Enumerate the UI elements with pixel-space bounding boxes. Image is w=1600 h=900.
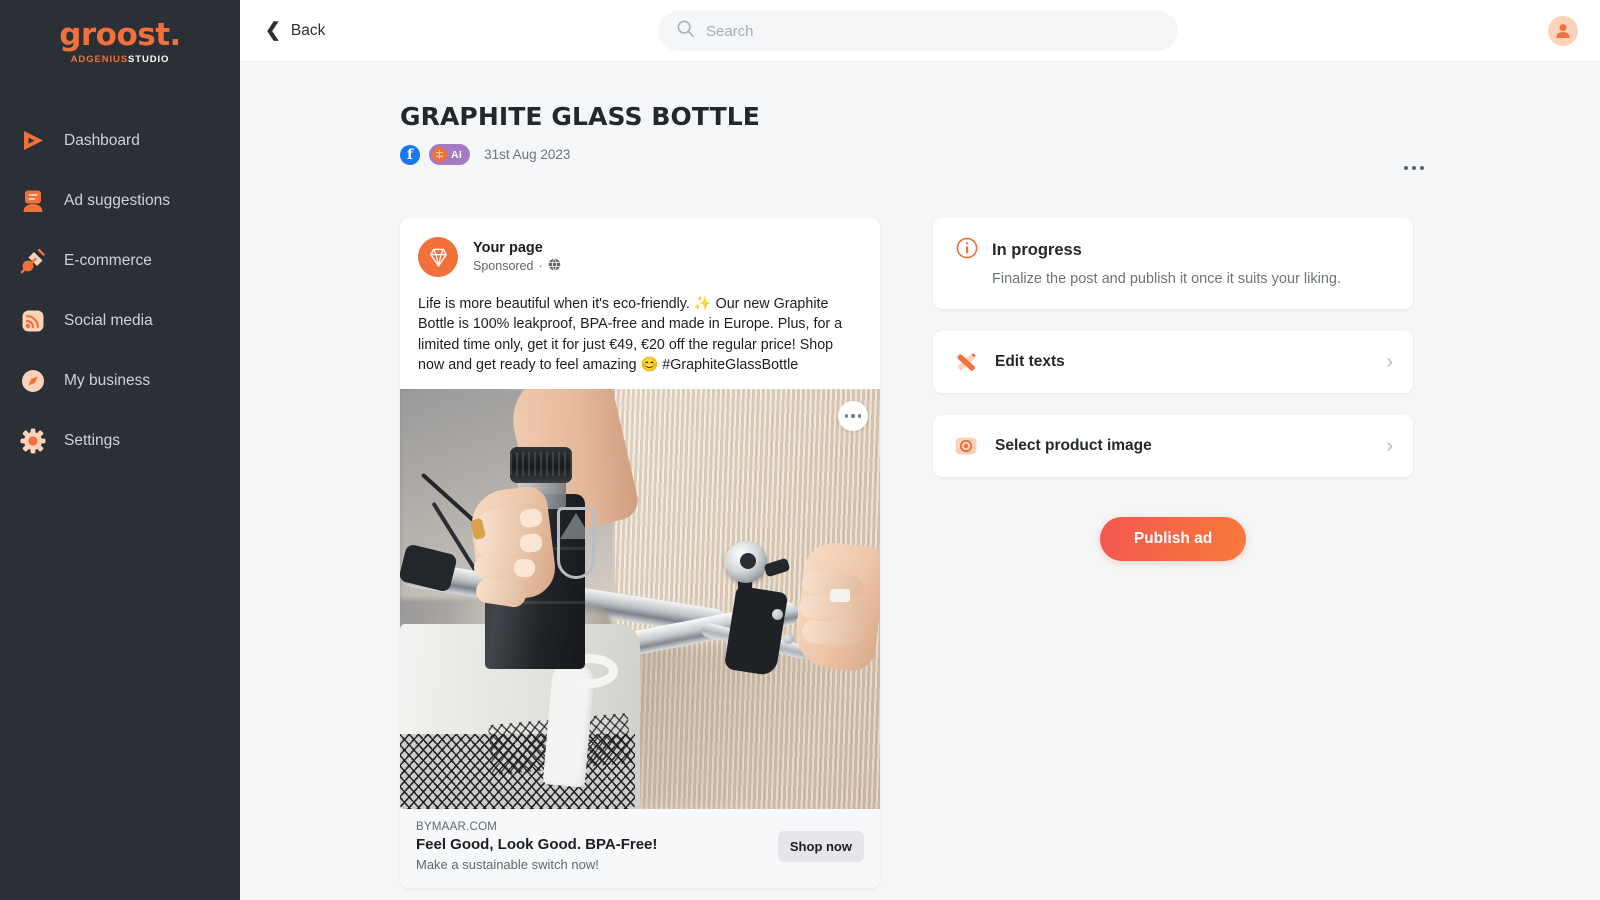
avatar[interactable]	[1548, 16, 1578, 46]
image-bottle-clip-detail	[560, 512, 592, 539]
ad-preview-card: Your page Sponsored · Life is more beaut…	[400, 218, 880, 888]
brain-icon	[432, 147, 447, 162]
compass-icon	[18, 366, 48, 396]
chevron-right-icon: ›	[1386, 435, 1393, 457]
post-link-domain: BYMAAR.COM	[416, 820, 498, 833]
post-body-text: Life is more beautiful when it's eco-fri…	[418, 296, 843, 374]
dot	[1420, 166, 1424, 170]
dot	[1404, 166, 1408, 170]
sidebar-item-social-media[interactable]: Social media	[0, 291, 240, 351]
post-page-name: Your page	[473, 240, 543, 256]
image-fingernail	[513, 558, 536, 578]
brand-logo[interactable]: groost. ADGENIUSSTUDIO	[0, 0, 240, 66]
image-options-button[interactable]	[838, 400, 868, 431]
info-circle-icon	[955, 236, 979, 265]
sidebar-item-label: Social media	[64, 312, 153, 329]
status-badge: AI	[429, 144, 471, 165]
play-triangle-icon	[18, 126, 48, 156]
image-ring	[830, 588, 850, 602]
image-fingernail	[519, 532, 543, 553]
post-header: Your page Sponsored ·	[400, 218, 880, 277]
status-description: Finalize the post and publish it once it…	[992, 271, 1341, 287]
search-box[interactable]	[658, 11, 1178, 51]
content-area: GRAPHITE GLASS BOTTLE f AI 31st Aug 2023	[240, 62, 1600, 900]
page-header: GRAPHITE GLASS BOTTLE f AI 31st Aug 2023	[400, 102, 760, 165]
ai-badge-label: AI	[451, 148, 463, 161]
post-link-footer: BYMAAR.COM Feel Good, Look Good. BPA-Fre…	[400, 808, 880, 888]
chevron-right-icon: ›	[1386, 351, 1393, 373]
plug-icon	[18, 246, 48, 276]
status-card-header: In progress	[955, 236, 1391, 265]
sidebar-item-label: Ad suggestions	[64, 192, 170, 209]
brand-tagline-adgenius: ADGENIUS	[70, 54, 129, 65]
search-icon	[676, 19, 695, 43]
action-edit-texts[interactable]: Edit texts ›	[933, 331, 1413, 393]
post-link-text: BYMAAR.COM Feel Good, Look Good. BPA-Fre…	[416, 821, 657, 872]
sidebar-item-label: Dashboard	[64, 132, 140, 149]
image-finger	[801, 619, 865, 645]
page-title: GRAPHITE GLASS BOTTLE	[400, 102, 760, 131]
dot	[844, 414, 849, 418]
sidebar-item-dashboard[interactable]: Dashboard	[0, 111, 240, 171]
post-link-title: Feel Good, Look Good. BPA-Free!	[416, 835, 658, 853]
sidebar-item-my-business[interactable]: My business	[0, 351, 240, 411]
action-select-product-image[interactable]: Select product image ›	[933, 415, 1413, 477]
brand-logo-tagline: ADGENIUSSTUDIO	[0, 54, 240, 65]
sidebar-item-ad-suggestions[interactable]: Ad suggestions	[0, 171, 240, 231]
user-avatar-icon	[1556, 24, 1570, 38]
pencil-cross-icon	[953, 349, 979, 375]
content-columns: Your page Sponsored · Life is more beaut…	[400, 218, 1413, 888]
side-panel: In progress Finalize the post and publis…	[933, 218, 1413, 888]
sidebar: groost. ADGENIUSSTUDIO Dashboard Ad sugg…	[0, 0, 240, 900]
dot	[851, 414, 855, 418]
ad-card-icon	[18, 186, 48, 216]
ad-image[interactable]	[400, 388, 880, 809]
post-link-description: Make a sustainable switch now!	[416, 856, 599, 872]
rss-icon	[18, 306, 48, 336]
shop-now-button[interactable]: Shop now	[777, 830, 864, 862]
dot	[857, 414, 862, 418]
image-bolt	[783, 632, 794, 644]
status-card: In progress Finalize the post and publis…	[933, 218, 1413, 309]
sidebar-item-e-commerce[interactable]: E-commerce	[0, 231, 240, 291]
status-title: In progress	[992, 241, 1082, 259]
page-meta: f AI 31st Aug 2023	[400, 144, 760, 165]
image-target-icon	[953, 433, 979, 459]
image-bell-knob	[740, 552, 756, 569]
topbar: ❮ Back	[240, 0, 1600, 62]
facebook-icon: f	[400, 144, 420, 165]
gear-icon	[18, 426, 48, 456]
dot	[1412, 166, 1416, 170]
chevron-left-icon: ❮	[265, 20, 281, 41]
back-button-label: Back	[290, 21, 326, 39]
brand-logo-wordmark: groost.	[59, 17, 181, 53]
sidebar-nav: Dashboard Ad suggestions E-commerce Soci…	[0, 111, 240, 471]
sidebar-item-label: My business	[64, 372, 151, 389]
globe-icon	[548, 258, 561, 274]
image-bottle-cap-ridges	[510, 451, 572, 476]
search-input[interactable]	[706, 22, 1160, 40]
sidebar-item-settings[interactable]: Settings	[0, 411, 240, 471]
separator-dot: ·	[538, 259, 543, 273]
publish-area: Publish ad	[933, 517, 1413, 561]
diamond-icon	[418, 237, 458, 277]
action-label: Select product image	[995, 437, 1152, 454]
page-date: 31st Aug 2023	[484, 147, 571, 162]
post-sponsored-row: Sponsored ·	[473, 258, 561, 274]
more-horizontal-icon[interactable]	[1398, 160, 1430, 176]
brand-tagline-studio: STUDIO	[128, 54, 170, 65]
sidebar-item-label: Settings	[64, 432, 121, 449]
sidebar-item-label: E-commerce	[64, 252, 152, 269]
back-button[interactable]: ❮ Back	[265, 21, 325, 40]
publish-ad-button[interactable]: Publish ad	[1099, 517, 1247, 561]
app-root: groost. ADGENIUSSTUDIO Dashboard Ad sugg…	[0, 0, 1600, 900]
post-sponsored-label: Sponsored	[473, 259, 534, 273]
image-bolt	[772, 608, 783, 620]
main-area: ❮ Back GRAPHI	[240, 0, 1600, 900]
post-header-text: Your page Sponsored ·	[473, 240, 561, 274]
action-label: Edit texts	[995, 353, 1065, 370]
